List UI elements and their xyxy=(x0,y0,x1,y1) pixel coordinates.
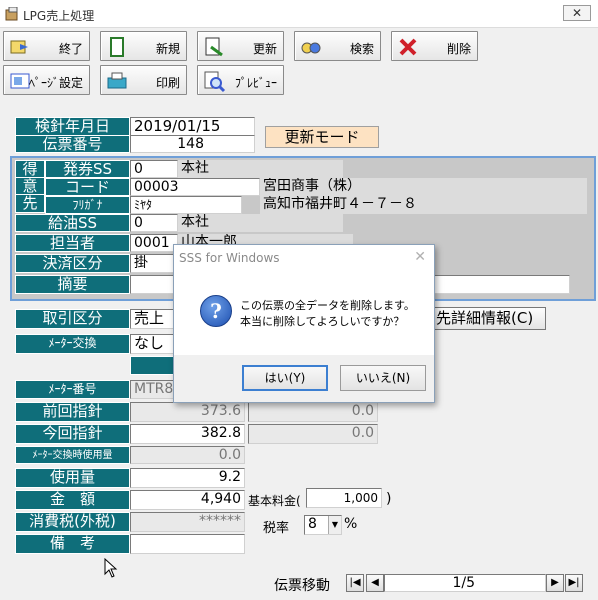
customer-group-label-3: 先 xyxy=(15,194,45,213)
supply-ss-name: 本社 xyxy=(178,214,343,232)
confirm-delete-dialog: SSS for Windows ✕ ? この伝票の全データを削除します。 本当に… xyxy=(173,244,435,403)
new-document-icon xyxy=(110,37,124,57)
slip-number-label: 伝票番号 xyxy=(15,135,130,153)
window-title: LPG売上処理 xyxy=(23,9,95,23)
window-close-button[interactable]: ✕ xyxy=(563,5,591,21)
slip-position-field: 1/5 xyxy=(384,574,546,592)
update-icon xyxy=(205,37,223,57)
detail-info-button[interactable]: 先詳細情報(C) xyxy=(432,307,546,330)
base-fee-close: ) xyxy=(386,491,392,507)
previous-reading-alt-field[interactable]: 0.0 xyxy=(248,402,378,422)
new-button[interactable]: 新規 xyxy=(100,31,187,61)
next-slip-button[interactable]: ▶ xyxy=(546,574,564,592)
amount-field[interactable]: 4,940 xyxy=(130,490,245,510)
transaction-type-label: 取引区分 xyxy=(15,309,130,329)
page-setup-button[interactable]: ﾍﾟｰｼﾞ設定 xyxy=(3,65,90,95)
delete-button[interactable]: 削除 xyxy=(391,31,478,61)
preview-button-label: ﾌﾟﾚﾋﾞｭｰ xyxy=(234,76,277,90)
payment-field[interactable]: 掛 xyxy=(130,254,178,273)
base-fee-label: 基本料金( xyxy=(248,494,301,508)
dialog-close-icon[interactable]: ✕ xyxy=(414,249,426,265)
exit-button-label: 終了 xyxy=(58,42,83,56)
previous-reading-field[interactable]: 373.6 xyxy=(130,402,245,422)
swap-usage-field[interactable]: 0.0 xyxy=(130,446,245,464)
memo-label: 摘要 xyxy=(15,275,130,294)
payment-label: 決済区分 xyxy=(15,254,130,273)
update-button-label: 更新 xyxy=(252,42,277,56)
amount-label: 金 額 xyxy=(15,490,130,510)
swap-usage-label: ﾒｰﾀｰ交換時使用量 xyxy=(15,446,130,464)
read-date-field[interactable]: 2019/01/15 xyxy=(130,117,255,136)
search-button-label: 検索 xyxy=(349,42,374,56)
tax-field: ****** xyxy=(130,512,245,532)
supply-ss-label: 給油SS xyxy=(15,214,130,232)
current-reading-alt-field[interactable]: 0.0 xyxy=(248,424,378,444)
first-slip-button[interactable]: |◀ xyxy=(346,574,364,592)
usage-field[interactable]: 9.2 xyxy=(130,468,245,488)
search-button[interactable]: 検索 xyxy=(294,31,381,61)
kana-label: ﾌﾘｶﾞﾅ xyxy=(45,196,130,214)
tax-rate-unit: % xyxy=(344,516,358,532)
dialog-title: SSS for Windows xyxy=(179,251,280,265)
update-button[interactable]: 更新 xyxy=(197,31,284,61)
read-date-label: 検針年月日 xyxy=(15,117,130,136)
dialog-message-line-1: この伝票の全データを削除します。 xyxy=(240,299,415,312)
binoculars-icon xyxy=(301,42,321,54)
tax-rate-value: 8 xyxy=(308,516,317,532)
staff-label: 担当者 xyxy=(15,234,130,252)
dialog-body: ? この伝票の全データを削除します。 本当に削除してよろしいですか？ xyxy=(174,271,434,355)
staff-code-field[interactable]: 0001 xyxy=(130,234,178,252)
delete-button-label: 削除 xyxy=(446,42,471,56)
current-reading-field[interactable]: 382.8 xyxy=(130,424,245,444)
magnifier-icon xyxy=(204,71,226,93)
dialog-title-bar: SSS for Windows ✕ xyxy=(174,245,434,271)
new-button-label: 新規 xyxy=(155,42,180,56)
customer-code-field[interactable]: 00003 xyxy=(130,178,260,196)
dialog-no-button[interactable]: いいえ(N) xyxy=(340,365,426,391)
page-setup-button-label: ﾍﾟｰｼﾞ設定 xyxy=(28,76,83,90)
supply-ss-code-field[interactable]: 0 xyxy=(130,214,178,232)
title-bar: LPG売上処理 ✕ xyxy=(0,0,598,28)
dialog-message-line-2: 本当に削除してよろしいですか？ xyxy=(240,315,405,328)
note-field[interactable] xyxy=(130,534,245,554)
delete-icon xyxy=(399,38,417,56)
last-slip-button[interactable]: ▶| xyxy=(565,574,583,592)
exit-icon xyxy=(10,40,28,54)
usage-label: 使用量 xyxy=(15,468,130,488)
issue-ss-code-field[interactable]: 0 xyxy=(130,160,178,178)
customer-name: 宮田商事（株） xyxy=(260,178,587,196)
kana-field[interactable]: ﾐﾔﾀ xyxy=(130,196,242,214)
tax-label: 消費税(外税) xyxy=(15,512,130,532)
base-fee-field[interactable]: 1,000 xyxy=(306,488,382,508)
customer-address: 高知市福井町４－７－８ xyxy=(260,196,587,214)
slip-number-field[interactable]: 148 xyxy=(130,135,255,153)
print-button-label: 印刷 xyxy=(155,76,180,90)
preview-button[interactable]: ﾌﾟﾚﾋﾞｭｰ xyxy=(197,65,284,95)
meter-number-label: ﾒｰﾀｰ番号 xyxy=(15,380,130,399)
note-label: 備 考 xyxy=(15,534,130,554)
exit-button[interactable]: 終了 xyxy=(3,31,90,61)
previous-reading-label: 前回指針 xyxy=(15,402,130,422)
chevron-down-icon: ▼ xyxy=(328,516,341,534)
previous-slip-button[interactable]: ◀ xyxy=(366,574,384,592)
current-reading-label: 今回指針 xyxy=(15,424,130,444)
app-icon xyxy=(5,7,18,21)
customer-code-label: コード xyxy=(45,178,130,196)
mouse-cursor-icon xyxy=(104,558,118,578)
meter-swap-label: ﾒｰﾀｰ交換 xyxy=(15,334,130,354)
mode-badge: 更新モード xyxy=(265,126,379,148)
question-icon: ? xyxy=(200,295,232,327)
issue-ss-name: 本社 xyxy=(178,160,343,178)
print-button[interactable]: 印刷 xyxy=(100,65,187,95)
tax-rate-select[interactable]: 8 ▼ xyxy=(304,515,342,535)
slip-navigation-label: 伝票移動 xyxy=(274,578,330,594)
printer-icon xyxy=(107,72,127,89)
tax-rate-label: 税率 xyxy=(263,521,290,536)
dialog-yes-button[interactable]: はい(Y) xyxy=(242,365,328,391)
issue-ss-label: 発券SS xyxy=(45,160,130,178)
